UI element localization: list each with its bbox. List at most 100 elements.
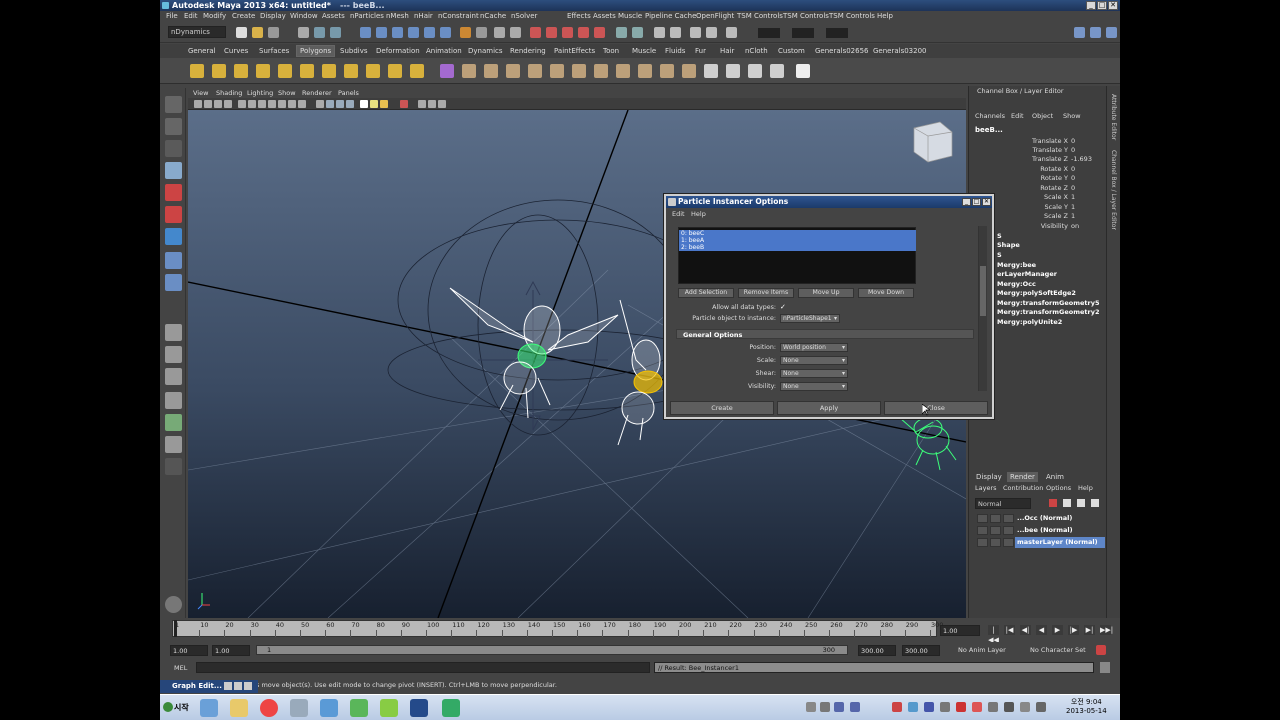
layer-visibility-toggle[interactable]	[977, 514, 988, 523]
viewport-menu-renderer[interactable]: Renderer	[302, 89, 332, 97]
app-taskbar-icon[interactable]	[320, 699, 338, 717]
grid-toggle-icon[interactable]	[690, 27, 701, 38]
scale-tool-icon[interactable]	[165, 206, 182, 223]
time-slider-current-marker[interactable]	[174, 620, 177, 637]
shelf-tab-curves[interactable]: Curves	[224, 47, 248, 55]
menu-window[interactable]: Window	[290, 12, 318, 20]
shelf-tab-deformation[interactable]: Deformation	[376, 47, 420, 55]
layer-row[interactable]: masterLayer (Normal)	[975, 537, 1105, 548]
persp-graph-layout-icon[interactable]	[165, 392, 182, 409]
shelf-tab-generals03200[interactable]: Generals03200	[873, 47, 927, 55]
maximize-icon[interactable]	[234, 682, 242, 690]
remove-items-button[interactable]: Remove Items	[738, 288, 794, 298]
volume-icon[interactable]	[1020, 702, 1030, 712]
layer-render-toggle[interactable]	[990, 514, 1001, 523]
poly-cone-icon[interactable]	[256, 64, 270, 78]
cb-history-item[interactable]: Mergy:polyUnite2	[997, 318, 1062, 326]
cb-menu-edit[interactable]: Edit	[1011, 112, 1024, 120]
shelf-tab-surfaces[interactable]: Surfaces	[259, 47, 289, 55]
shelf-tab-custom[interactable]: Custom	[778, 47, 805, 55]
bridge-icon[interactable]	[594, 64, 608, 78]
layer-name[interactable]: ...Occ (Normal)	[1015, 513, 1105, 524]
snap-live-icon[interactable]	[424, 27, 435, 38]
tray-icon[interactable]	[924, 702, 934, 712]
cb-attr-value[interactable]: 0	[1071, 165, 1075, 173]
input-output-icon[interactable]	[494, 27, 505, 38]
snap-point-icon[interactable]	[392, 27, 403, 38]
list-item[interactable]: 0: beeC	[679, 230, 916, 237]
xray-active-icon[interactable]	[428, 100, 436, 108]
app-taskbar-icon[interactable]	[350, 699, 368, 717]
app-taskbar-icon[interactable]	[442, 699, 460, 717]
persp-trax-layout-icon[interactable]	[165, 436, 182, 453]
append-icon[interactable]	[616, 64, 630, 78]
tray-icon[interactable]	[988, 702, 998, 712]
rotate-tool-icon[interactable]	[165, 184, 182, 201]
viewport-menu-view[interactable]: View	[193, 89, 208, 97]
layer-row[interactable]: ...Occ (Normal)	[975, 513, 1105, 524]
cb-attr-value[interactable]: 0	[1071, 174, 1075, 182]
close-dialog-button[interactable]: Close	[884, 401, 988, 415]
separate-icon[interactable]	[462, 64, 476, 78]
render-frame-icon[interactable]	[530, 27, 541, 38]
move-up-button[interactable]: Move Up	[798, 288, 854, 298]
select-tool-icon[interactable]	[165, 96, 182, 113]
layer-mode-select[interactable]: Normal	[975, 498, 1031, 509]
tray-icon[interactable]	[908, 702, 918, 712]
render-settings-icon[interactable]	[562, 27, 573, 38]
cb-attr-name[interactable]: Rotate Y	[978, 174, 1068, 182]
snap-plane-icon[interactable]	[408, 27, 419, 38]
apply-button[interactable]: Apply	[777, 401, 881, 415]
shelf-tab-general[interactable]: General	[188, 47, 216, 55]
tray-icon[interactable]	[956, 702, 966, 712]
shelf-tab-hair[interactable]: Hair	[720, 47, 734, 55]
list-item[interactable]: 2: beeB	[679, 244, 916, 251]
cb-menu-channels[interactable]: Channels	[975, 112, 1005, 120]
menu-assets[interactable]: Assets	[322, 12, 345, 20]
poly-helix-icon[interactable]	[388, 64, 402, 78]
extrude-icon[interactable]	[572, 64, 586, 78]
poly-cylinder-icon[interactable]	[234, 64, 248, 78]
shelf-tab-subdivs[interactable]: Subdivs	[340, 47, 368, 55]
layer-visibility-toggle[interactable]	[977, 526, 988, 535]
wireframe-on-shaded-icon[interactable]	[336, 100, 344, 108]
extract-icon[interactable]	[484, 64, 498, 78]
camera-attributes-icon[interactable]	[204, 100, 212, 108]
current-time-field[interactable]: 1.00	[940, 625, 980, 636]
scale-select[interactable]: None	[780, 356, 848, 365]
app-taskbar-icon[interactable]	[380, 699, 398, 717]
network-icon[interactable]	[1004, 702, 1014, 712]
cb-attr-name[interactable]: Translate Y	[978, 146, 1068, 154]
language-icon[interactable]	[1036, 702, 1046, 712]
mirror-geometry-icon[interactable]	[704, 64, 718, 78]
layer-render-toggle[interactable]	[990, 538, 1001, 547]
tray-icon[interactable]	[940, 702, 950, 712]
layer-tab-render[interactable]: Render	[1007, 472, 1038, 482]
move-down-button[interactable]: Move Down	[858, 288, 914, 298]
shelf-tab-generals02656[interactable]: Generals02656	[815, 47, 869, 55]
instanced-objects-list[interactable]: 0: beeC 1: beeA 2: beeB	[678, 227, 916, 284]
command-input[interactable]	[196, 662, 650, 673]
ipr-render-icon[interactable]	[546, 27, 557, 38]
layer-name[interactable]: masterLayer (Normal)	[1015, 537, 1105, 548]
go-to-end-button[interactable]: ▶▶|	[1100, 625, 1113, 635]
view-cube-home-icon[interactable]	[165, 596, 182, 613]
step-forward-frame-button[interactable]: |▶	[1068, 625, 1079, 635]
shelf-tab-fluids[interactable]: Fluids	[665, 47, 685, 55]
offset-edge-loop-icon[interactable]	[682, 64, 696, 78]
layer-menu-help[interactable]: Help	[1078, 484, 1093, 492]
menu-modify[interactable]: Modify	[203, 12, 226, 20]
select-component-icon[interactable]	[330, 27, 341, 38]
smooth-icon[interactable]	[528, 64, 542, 78]
dialog-maximize-button[interactable]: □	[972, 198, 981, 206]
persp-hypershade-layout-icon[interactable]	[165, 414, 182, 431]
cb-attr-name[interactable]: Translate Z	[978, 155, 1068, 163]
y-field[interactable]	[792, 28, 814, 38]
ie-taskbar-icon[interactable]	[200, 699, 218, 717]
cb-history-item[interactable]: Mergy:transformGeometry5	[997, 299, 1100, 307]
render-view-icon[interactable]	[510, 27, 521, 38]
move-tool-icon[interactable]	[165, 162, 182, 179]
menu-create[interactable]: Create	[232, 12, 255, 20]
spherical-mapping-icon[interactable]	[770, 64, 784, 78]
cb-attr-value[interactable]: 1	[1071, 203, 1075, 211]
